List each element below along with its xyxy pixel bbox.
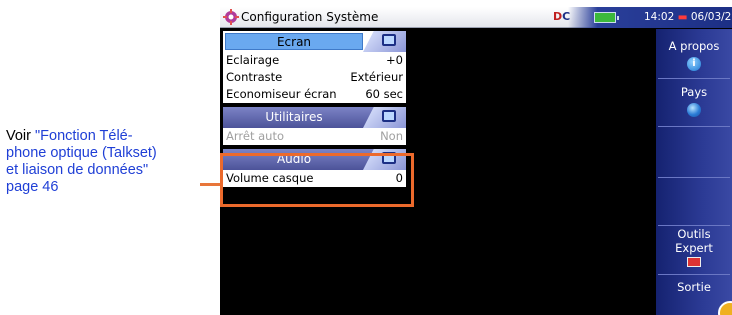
caption-link-line4[interactable]: page 46: [6, 179, 58, 195]
battery-icon: [594, 12, 619, 23]
caption-link-line2[interactable]: phone optique (Talkset): [6, 145, 157, 161]
section-ecran-header[interactable]: Ecran: [223, 31, 406, 52]
softkey-label: Pays: [680, 85, 708, 99]
exit-icon: [718, 301, 732, 315]
caption-prefix: Voir: [6, 128, 36, 144]
softkey-divider: [658, 78, 730, 79]
softkey-divider: [658, 177, 730, 178]
setting-row-economiseur[interactable]: Economiseur écran 60 sec: [223, 86, 406, 103]
tools-icon: [363, 107, 406, 128]
setting-label: Contraste: [226, 70, 283, 84]
softkey-divider: [658, 225, 730, 226]
audio-highlight-box: [220, 153, 414, 207]
setting-value: Extérieur: [350, 70, 403, 84]
clock-time: 14:02: [644, 11, 675, 23]
softkey-a-propos[interactable]: A propos i: [656, 39, 732, 71]
dc-icon-c: C: [562, 10, 571, 23]
softkey-sortie[interactable]: Sortie: [656, 280, 732, 294]
toolbox-icon: [687, 257, 701, 267]
softkey-pays[interactable]: Pays: [656, 85, 732, 117]
section-utilitaires-header[interactable]: Utilitaires: [223, 107, 406, 128]
setting-label: Economiseur écran: [226, 87, 337, 101]
softkey-divider: [658, 274, 730, 275]
monitor-icon: [363, 31, 406, 52]
setting-label: Eclairage: [226, 53, 280, 67]
caption-link-line3[interactable]: et liaison de données": [6, 162, 148, 178]
globe-icon: [687, 103, 701, 117]
softkey-divider: [658, 126, 730, 127]
section-utilitaires-title: Utilitaires: [265, 110, 323, 124]
setting-value: 60 sec: [365, 87, 403, 101]
gear-icon: [223, 9, 239, 25]
clock-separator-icon: ▬: [677, 11, 688, 23]
softkey-label-line1: Outils: [677, 227, 711, 241]
title-bar: Configuration Système DC 14:02 ▬ 06/03/2…: [220, 7, 732, 28]
dc-icon-d: D: [553, 10, 563, 23]
info-icon: i: [687, 57, 701, 71]
clock: 14:02 ▬ 06/03/2019: [644, 11, 732, 23]
setting-row-arret-auto: Arrêt auto Non: [223, 128, 406, 145]
clock-date: 06/03/2019: [690, 11, 732, 23]
section-ecran-title: Ecran: [225, 33, 363, 50]
setting-row-contraste[interactable]: Contraste Extérieur: [223, 69, 406, 86]
callout-leader-line: [200, 183, 222, 186]
softkey-outils-expert[interactable]: Outils Expert: [656, 227, 732, 267]
softkey-label: Sortie: [677, 280, 711, 294]
softkey-label-line2: Expert: [675, 241, 713, 255]
softkey-column: A propos i Pays Outils Expert Sortie: [656, 29, 732, 315]
setting-value: Non: [380, 129, 403, 143]
setting-label: Arrêt auto: [226, 129, 284, 143]
window-title: Configuration Système: [241, 10, 379, 24]
caption-link-line1[interactable]: "Fonction Télé-: [35, 128, 133, 144]
setting-value: +0: [386, 53, 403, 67]
softkey-label: A propos: [668, 39, 720, 53]
dc-power-icon: DC: [553, 10, 570, 23]
setting-row-eclairage[interactable]: Eclairage +0: [223, 52, 406, 69]
doc-caption: Voir "Fonction Télé- phone optique (Talk…: [6, 128, 206, 196]
